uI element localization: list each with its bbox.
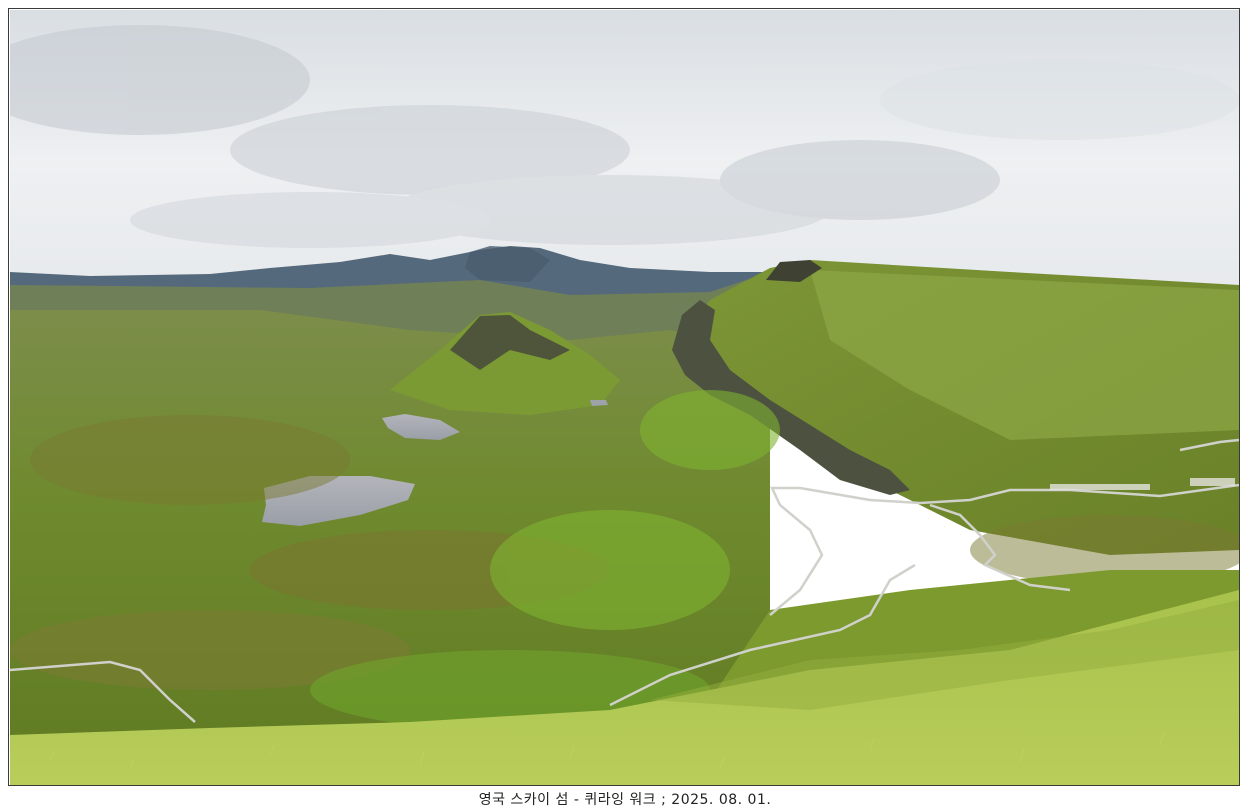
photo-frame: 영국 스카이 섬 - 퀴라잉 워크 ; 2025. 08. 01. xyxy=(0,0,1250,812)
landscape-photo xyxy=(10,10,1239,785)
small-lake xyxy=(590,400,608,406)
landscape-drawing xyxy=(10,10,1239,785)
photo-caption: 영국 스카이 섬 - 퀴라잉 워크 ; 2025. 08. 01. xyxy=(478,792,772,808)
